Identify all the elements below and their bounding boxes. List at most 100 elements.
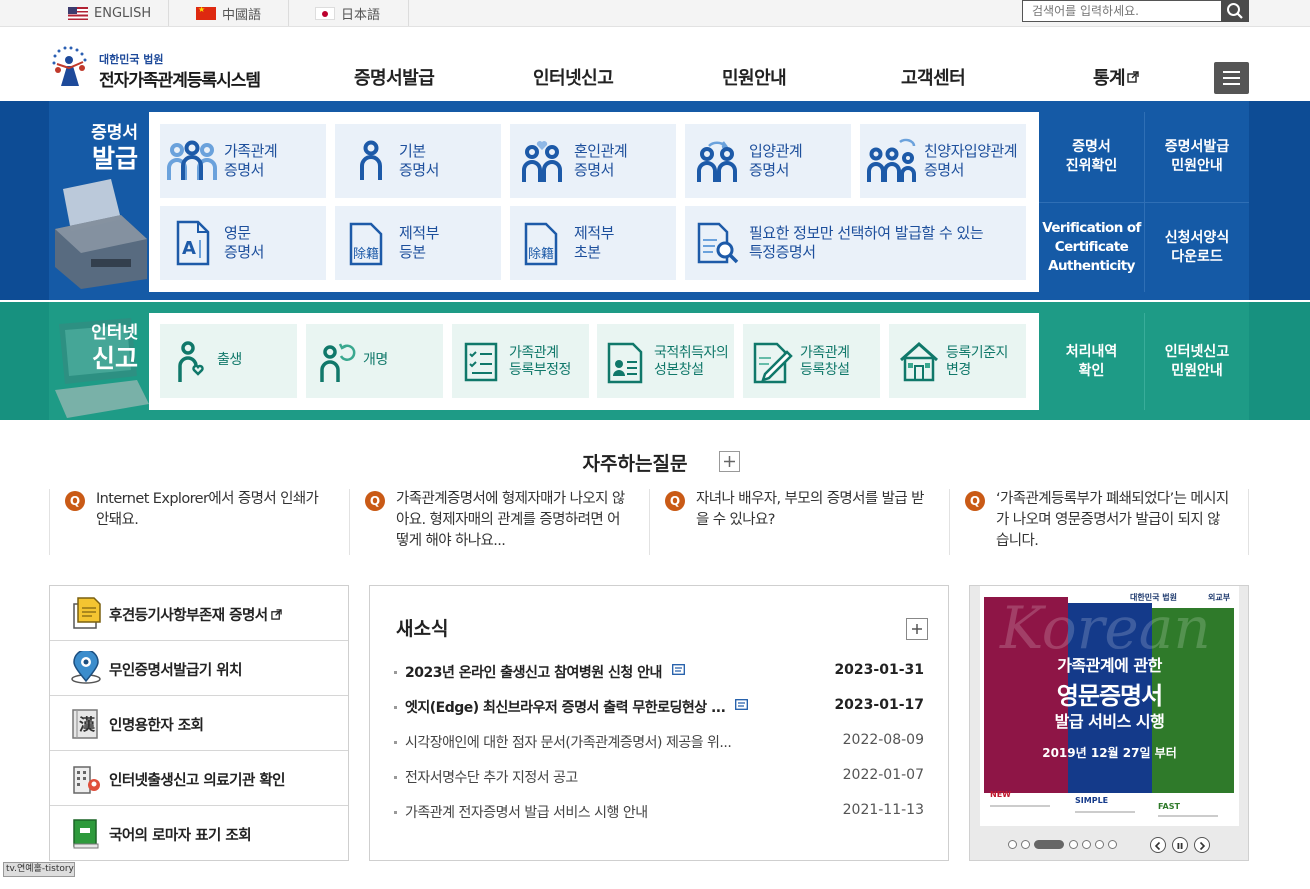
tile-family-relation-cert[interactable]: 가족관계 증명서: [160, 124, 326, 198]
tile-marriage-cert[interactable]: 혼인관계 증명서: [510, 124, 676, 198]
tile-label: 개명: [363, 352, 388, 368]
tile-register-correction[interactable]: 가족관계 등록부정정: [452, 324, 589, 398]
verify-cert-link[interactable]: 증명서 진위확인: [1039, 112, 1144, 202]
gnb-certificate[interactable]: 증명서발급: [354, 64, 435, 90]
banner-prev-button[interactable]: [1150, 837, 1166, 853]
lang-chinese-link[interactable]: 中國語: [169, 0, 289, 26]
quick-link-label: 국어의 로마자 표기 조회: [109, 828, 252, 844]
news-item[interactable]: 엣지(Edge) 최신브라우저 증명서 출력 무한로딩현상 ... 2023-01…: [394, 697, 924, 719]
map-pin-icon: [71, 651, 101, 684]
attachment-doc-icon: [735, 699, 748, 710]
news-item[interactable]: 시각장애인에 대한 점자 문서(가족관계증명서) 제공을 위... 2022-08…: [394, 732, 924, 754]
issue-title-line2: 발급: [91, 144, 138, 173]
faq-question: ‘가족관계등록부가 폐쇄되었다’는 메시지가 나오며 영문증명서가 발급이 되지…: [996, 491, 1229, 549]
tile-specific-cert[interactable]: 필요한 정보만 선택하여 발급할 수 있는 특정증명서: [685, 206, 1026, 280]
faq-item[interactable]: Q ‘가족관계등록부가 폐쇄되었다’는 메시지가 나오며 영문증명서가 발급이 …: [949, 489, 1249, 555]
hanja-book-icon: 漢: [72, 709, 98, 739]
site-logo[interactable]: 대한민국 법원 전자가족관계등록시스템: [49, 46, 279, 91]
quick-link-hospital-check[interactable]: 인터넷출생신고 의료기관 확인: [50, 751, 348, 806]
quick-link-name-hanja[interactable]: 漢 인명용한자 조회: [50, 696, 348, 751]
tile-name-change[interactable]: 개명: [306, 324, 443, 398]
news-item-date: 2022-08-09: [842, 732, 924, 748]
quick-link-romanization[interactable]: 국어의 로마자 표기 조회: [50, 806, 348, 861]
slide-dot[interactable]: [1095, 840, 1104, 849]
banner-pause-button[interactable]: [1172, 837, 1188, 853]
banner-fineprint: [1158, 815, 1218, 817]
quick-link-guardianship-cert[interactable]: 후견등기사항부존재 증명서: [50, 586, 348, 641]
tile-removed-register-extract[interactable]: 除籍 제적부 초본: [510, 206, 676, 280]
logo-subtitle: 대한민국 법원: [99, 53, 164, 66]
quick-link-kiosk-location[interactable]: 무인증명서발급기 위치: [50, 641, 348, 696]
slide-dot[interactable]: [1008, 840, 1017, 849]
tile-basic-cert[interactable]: 기본 증명서: [335, 124, 501, 198]
person-refresh-icon: [320, 343, 356, 382]
slide-dot[interactable]: [1021, 840, 1030, 849]
bullet: [394, 811, 397, 814]
all-menu-button[interactable]: [1214, 62, 1249, 94]
tile-adoption-cert[interactable]: 입양관계 증명서: [685, 124, 851, 198]
house-icon: [900, 341, 938, 382]
question-icon: Q: [965, 491, 985, 511]
person-icon: [360, 140, 382, 180]
slide-dot[interactable]: [1082, 840, 1091, 849]
banner-image[interactable]: 대한민국 법원 외교부 Korean 가족관계에 관한 영문증명서 발급 서비스…: [980, 586, 1239, 826]
faq-more-button[interactable]: [719, 451, 740, 472]
chevron-right-icon: [1199, 841, 1206, 851]
news-item-title: 엣지(Edge) 최신브라우저 증명서 출력 무한로딩현상 ...: [405, 700, 726, 716]
banner-next-button[interactable]: [1194, 837, 1210, 853]
news-more-button[interactable]: [906, 618, 928, 640]
gnb-statistics-label: 통계: [1093, 68, 1126, 89]
faq-item[interactable]: Q 가족관계증명서에 형제자매가 나오지 않아요. 형제자매의 관계를 증명하려…: [349, 489, 649, 555]
news-item[interactable]: 가족관계 전자증명서 발급 서비스 시행 안내 2021-11-13: [394, 802, 924, 824]
gnb-civil-guide[interactable]: 민원안내: [722, 64, 787, 90]
logo-title: 전자가족관계등록시스템: [99, 71, 261, 91]
tile-label: 혼인관계 증명서: [574, 142, 628, 179]
faq-item[interactable]: Q Internet Explorer에서 증명서 인쇄가 안돼요.: [49, 489, 349, 555]
quick-link-label: 무인증명서발급기 위치: [109, 663, 242, 679]
slide-dot[interactable]: [1108, 840, 1117, 849]
tile-full-adoption-cert[interactable]: 친양자입양관계 증명서: [860, 124, 1026, 198]
faq-question: 자녀나 배우자, 부모의 증명서를 발급 받을 수 있나요?: [696, 491, 925, 528]
faq-title: 자주하는질문: [582, 453, 688, 475]
family-icon: [167, 140, 217, 180]
slide-dot[interactable]: [1069, 840, 1078, 849]
gnb-internet-report[interactable]: 인터넷신고: [533, 64, 614, 90]
search-button[interactable]: [1221, 0, 1249, 22]
tile-label: 필요한 정보만 선택하여 발급할 수 있는 특정증명서: [749, 224, 984, 261]
news-item[interactable]: 2023년 온라인 출생신고 참여병원 신청 안내 2023-01-31: [394, 662, 924, 684]
us-flag-icon: [68, 6, 88, 20]
tile-label: 가족관계 등록창설: [800, 345, 850, 378]
lang-english-link[interactable]: ENGLISH: [49, 0, 169, 26]
tile-label: 제적부 등본: [399, 224, 439, 261]
tile-label: 제적부 초본: [574, 224, 614, 261]
search-input[interactable]: [1023, 1, 1221, 21]
tile-removed-register-copy[interactable]: 除籍 제적부 등본: [335, 206, 501, 280]
page: ENGLISH 中國語 日本語 대한민국 법원 전자가족관계등록시스템 증명서발…: [0, 0, 1310, 889]
gnb-customer-center[interactable]: 고객센터: [901, 64, 966, 90]
document-pen-icon: [753, 342, 793, 384]
slide-dot-active[interactable]: [1034, 840, 1064, 849]
quick-links: 후견등기사항부존재 증명서 무인증명서발급기 위치 漢 인명용한자 조회 인터넷…: [49, 585, 349, 861]
gnb-statistics[interactable]: 통계: [1093, 64, 1139, 90]
verification-english-link[interactable]: Verification of Certificate Authenticity: [1039, 203, 1144, 292]
cert-civil-guide-link[interactable]: 증명서발급 민원안내: [1144, 112, 1249, 202]
hamburger-icon: [1223, 71, 1240, 73]
report-civil-guide-link[interactable]: 인터넷신고 민원안내: [1144, 313, 1249, 410]
lang-japanese-link[interactable]: 日本語: [289, 0, 409, 26]
news-item-date: 2021-11-13: [842, 802, 924, 818]
news-item[interactable]: 전자서명수단 추가 지정서 공고 2022-01-07: [394, 767, 924, 789]
report-history-link[interactable]: 처리내역 확인: [1039, 313, 1144, 410]
news-item-title: 전자서명수단 추가 지정서 공고: [405, 770, 578, 786]
svg-text:除籍: 除籍: [353, 246, 379, 262]
tile-birth-report[interactable]: 출생: [160, 324, 297, 398]
form-download-link[interactable]: 신청서양식 다운로드: [1144, 203, 1249, 292]
baby-icon: [178, 341, 204, 382]
tile-base-address-change[interactable]: 등록기준지 변경: [889, 324, 1026, 398]
document-search-icon: [697, 222, 739, 264]
lang-label: ENGLISH: [94, 5, 152, 21]
tile-english-cert[interactable]: A 영문 증명서: [160, 206, 326, 280]
tile-register-creation[interactable]: 가족관계 등록창설: [743, 324, 880, 398]
promo-banner: 대한민국 법원 외교부 Korean 가족관계에 관한 영문증명서 발급 서비스…: [969, 585, 1249, 861]
faq-item[interactable]: Q 자녀나 배우자, 부모의 증명서를 발급 받을 수 있나요?: [649, 489, 949, 555]
tile-surname-creation[interactable]: 국적취득자의 성본창설: [597, 324, 734, 398]
